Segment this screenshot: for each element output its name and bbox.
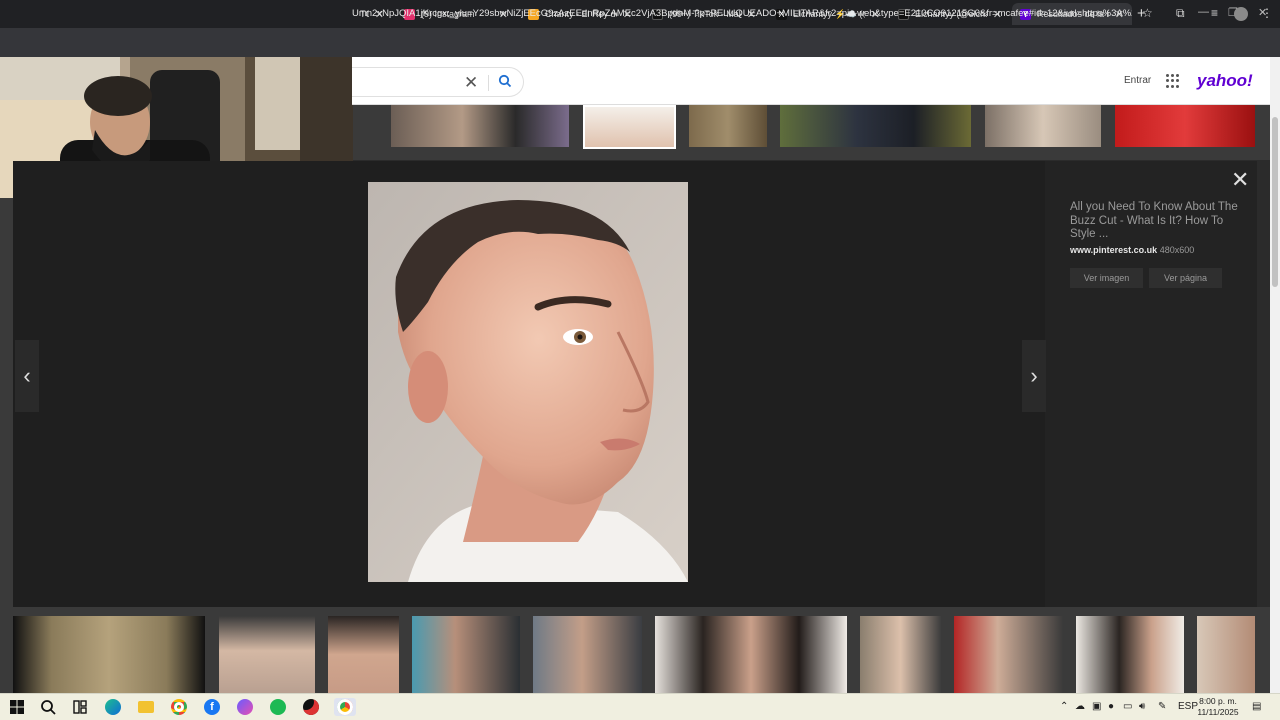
result-thumbnail[interactable] xyxy=(412,616,520,693)
view-image-button[interactable]: Ver imagen xyxy=(1070,268,1143,288)
scrollbar-thumb[interactable] xyxy=(1272,117,1278,287)
file-explorer-icon[interactable] xyxy=(137,698,155,716)
volume-icon[interactable]: 🔊︎ xyxy=(1139,701,1145,712)
view-page-button[interactable]: Ver página xyxy=(1149,268,1222,288)
notifications-icon[interactable]: ▤ xyxy=(1252,701,1261,712)
onedrive-icon[interactable]: ☁ xyxy=(1075,701,1085,712)
microphone-icon[interactable]: ● xyxy=(1108,701,1114,712)
bookmark-star-icon[interactable]: ☆ xyxy=(1142,6,1153,20)
result-thumbnail[interactable] xyxy=(533,616,642,693)
signin-link[interactable]: Entrar xyxy=(1124,75,1151,86)
task-view-icon[interactable] xyxy=(71,698,89,716)
minimize-icon[interactable]: — xyxy=(1198,6,1209,18)
close-viewer-icon[interactable]: ✕ xyxy=(1231,167,1249,193)
result-thumbnail[interactable] xyxy=(655,616,847,693)
left-gutter xyxy=(0,198,13,608)
screen: TOR ✕ (9) Instagram ✕ Chanty - El Rey de… xyxy=(0,0,1280,720)
page-scrollbar[interactable] xyxy=(1270,57,1280,693)
messenger-icon[interactable] xyxy=(236,698,254,716)
buzz-cut-photo xyxy=(368,182,688,582)
url-field[interactable]: Umn2xNpJQIA1jKrcgx;_ylu=Y29sbwNiZjEEcG9z… xyxy=(352,8,1132,19)
search-icon[interactable] xyxy=(498,74,512,93)
result-thumbnail[interactable] xyxy=(985,105,1101,147)
result-thumbnail[interactable] xyxy=(219,616,315,693)
image-title[interactable]: All you Need To Know About The Buzz Cut … xyxy=(1070,201,1238,242)
result-thumbnail[interactable] xyxy=(689,105,767,147)
chevron-right-icon: › xyxy=(1030,363,1038,388)
clock-date: 11/11/2025 xyxy=(1197,707,1239,717)
app-icon[interactable] xyxy=(302,698,320,716)
result-thumbnails-bottom xyxy=(0,607,1270,693)
menu-kebab-icon[interactable]: ⋮ xyxy=(1261,6,1273,20)
next-image-button[interactable]: › xyxy=(1022,340,1046,412)
system-clock[interactable]: 8:00 p. m. 11/11/2025 xyxy=(1196,696,1240,718)
result-thumbnail[interactable] xyxy=(13,616,205,693)
search-divider xyxy=(488,75,489,91)
result-thumbnail[interactable] xyxy=(1115,105,1255,147)
profile-avatar[interactable] xyxy=(1234,7,1248,21)
yahoo-logo[interactable]: yahoo! xyxy=(1197,71,1253,91)
address-bar xyxy=(0,28,1280,57)
image-source[interactable]: www.pinterest.co.uk 480x600 xyxy=(1070,245,1194,255)
apps-grid-icon[interactable] xyxy=(1166,74,1180,88)
image-dimensions: 480x600 xyxy=(1159,245,1195,255)
search-icon[interactable] xyxy=(39,698,57,716)
clear-search-icon[interactable]: ✕ xyxy=(464,73,478,93)
tray-app-icon[interactable]: ▣ xyxy=(1092,701,1101,712)
chrome-icon[interactable] xyxy=(170,698,188,716)
language-indicator[interactable]: ESP xyxy=(1178,701,1198,712)
spotify-icon[interactable] xyxy=(269,698,287,716)
image-viewer: ‹ › ✕ All you Need To Know About The Buz… xyxy=(13,161,1257,607)
edge-icon[interactable] xyxy=(104,698,122,716)
extensions-icon[interactable]: ⧉ xyxy=(1176,6,1185,21)
windows-taskbar: f ⌃ ☁ ▣ ● ▭ 🔊︎ ✎ ESP 8:00 p. m. 11/11/20… xyxy=(0,693,1280,720)
chevron-left-icon: ‹ xyxy=(23,363,31,388)
facebook-icon[interactable]: f xyxy=(203,698,221,716)
pen-icon[interactable]: ✎ xyxy=(1158,701,1166,712)
result-thumbnails-top xyxy=(353,105,1270,160)
clock-time: 8:00 p. m. xyxy=(1199,696,1237,706)
previous-image-button[interactable]: ‹ xyxy=(15,340,39,412)
result-thumbnail[interactable] xyxy=(1076,616,1184,693)
chevron-up-icon[interactable]: ⌃ xyxy=(1060,701,1068,712)
result-thumbnail[interactable] xyxy=(860,616,941,693)
result-thumbnail[interactable] xyxy=(780,105,971,147)
chrome-active-icon[interactable] xyxy=(334,698,356,716)
source-domain[interactable]: www.pinterest.co.uk xyxy=(1070,245,1157,255)
result-thumbnail[interactable] xyxy=(391,105,569,147)
network-icon[interactable]: ▭ xyxy=(1123,701,1132,712)
search-input[interactable]: ✕ xyxy=(352,67,524,97)
windows-start-icon[interactable] xyxy=(8,698,26,716)
media-control-icon[interactable]: ≡ xyxy=(1211,6,1218,20)
result-thumbnail[interactable] xyxy=(954,616,1063,693)
yahoo-header: ✕ Entrar yahoo! xyxy=(352,57,1270,105)
result-thumbnail-selected[interactable] xyxy=(583,105,676,149)
preview-image[interactable] xyxy=(368,182,688,582)
result-thumbnail[interactable] xyxy=(328,616,399,693)
result-thumbnail[interactable] xyxy=(1197,616,1255,693)
